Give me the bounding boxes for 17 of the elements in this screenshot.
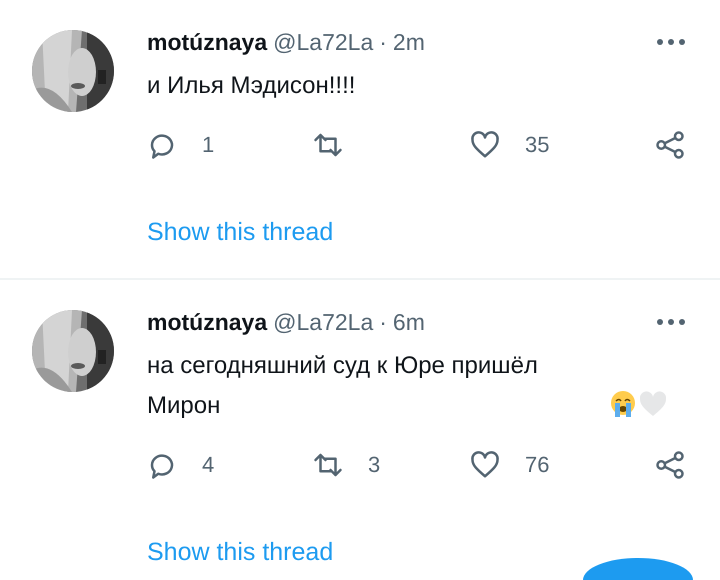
show-thread-link[interactable]: Show this thread xyxy=(147,212,720,252)
timestamp: 2m xyxy=(392,28,425,56)
tweet-text: и Илья Мэдисон!!!! xyxy=(147,71,356,101)
author-handle: @La72La xyxy=(273,28,374,56)
author-name: motúznaya xyxy=(147,308,268,336)
like-count: 35 xyxy=(525,132,550,158)
reply-count: 4 xyxy=(202,452,214,478)
separator-dot: · xyxy=(379,308,387,336)
timestamp: 6m xyxy=(392,308,425,336)
show-thread-link[interactable]: Show this thread xyxy=(147,532,720,572)
tweet-text: на сегодняшний суд к Юре пришёл Мирон xyxy=(147,351,539,421)
retweet-count: 3 xyxy=(368,452,380,478)
like-count: 76 xyxy=(525,452,550,478)
reply-count: 1 xyxy=(202,132,214,158)
author-handle: @La72La xyxy=(273,308,374,336)
author-name: motúznaya xyxy=(147,28,268,56)
separator-dot: · xyxy=(379,28,387,56)
